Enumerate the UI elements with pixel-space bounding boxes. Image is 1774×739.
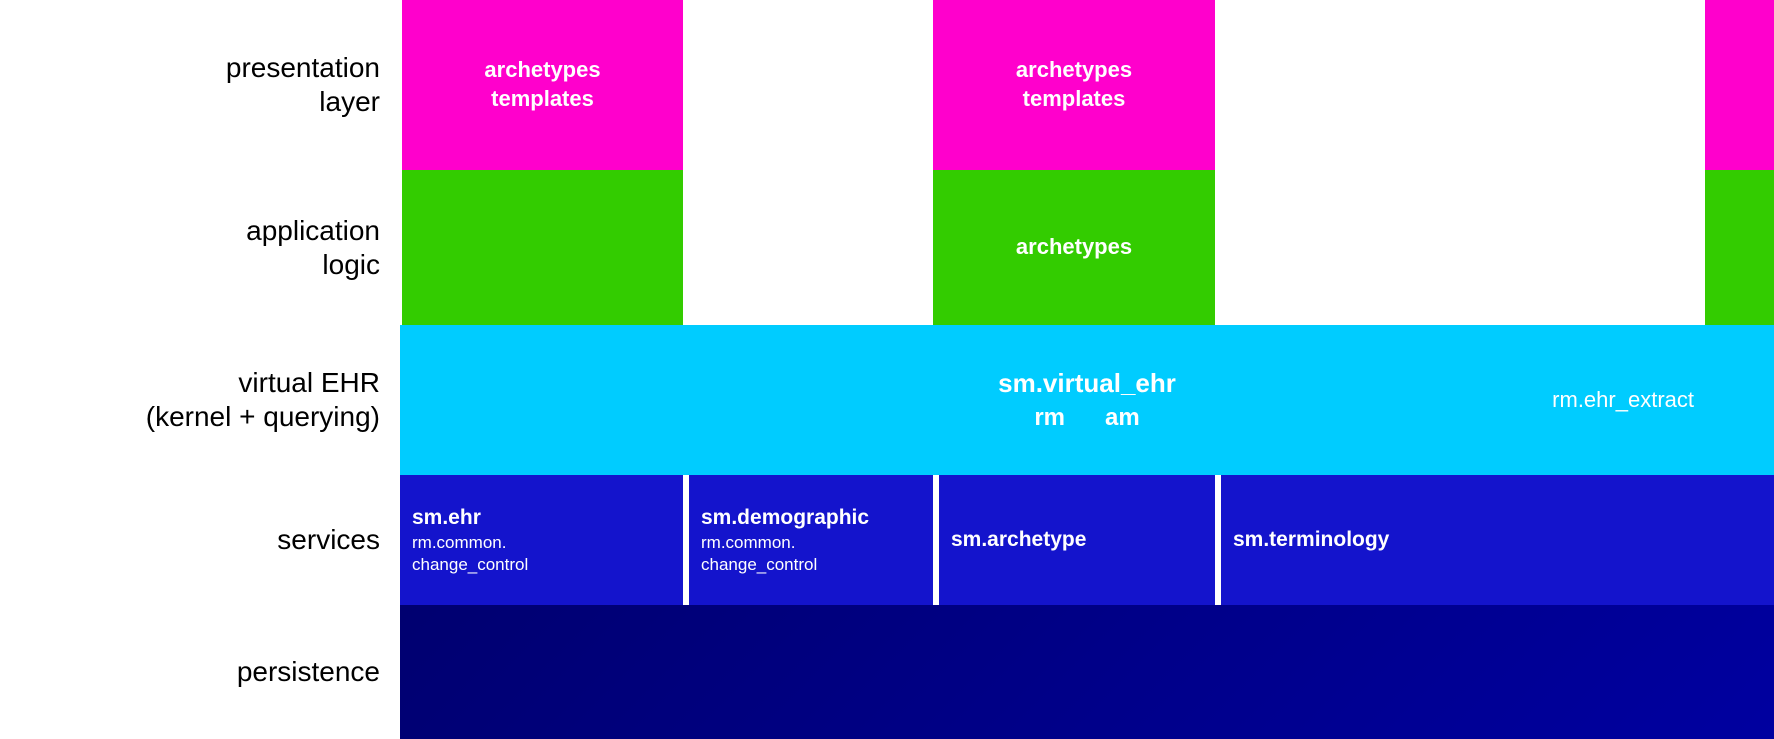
presentation-block-2: archetypes templates — [933, 0, 1215, 170]
label-services: services — [0, 475, 400, 605]
label-presentation: presentation layer — [0, 0, 400, 170]
presentation-block-1: archetypes templates — [402, 0, 683, 170]
virtual-ehr-rm: rm — [1034, 404, 1065, 432]
application-block-3 — [1705, 170, 1774, 325]
diagram-container: presentation layer application logic vir… — [0, 0, 1774, 739]
label-persistence: persistence — [0, 605, 400, 739]
application-block-2: archetypes — [933, 170, 1215, 325]
virtual-ehr-extract: rm.ehr_extract — [1552, 387, 1694, 413]
service-archetype: sm.archetype — [939, 475, 1215, 605]
virtual-ehr-row: sm.virtual_ehr rm am rm.ehr_extract — [400, 325, 1774, 475]
service-terminology: sm.terminology — [1221, 475, 1774, 605]
application-block-1 — [402, 170, 683, 325]
persistence-row — [400, 605, 1774, 739]
services-row: sm.ehr rm.common. change_control sm.demo… — [400, 475, 1774, 605]
label-application: application logic — [0, 170, 400, 325]
service-demographic: sm.demographic rm.common. change_control — [689, 475, 933, 605]
label-virtual-ehr: virtual EHR (kernel + querying) — [0, 325, 400, 475]
labels-column: presentation layer application logic vir… — [0, 0, 400, 739]
virtual-ehr-sub-row: rm am — [1034, 404, 1139, 432]
content-column: archetypes templates archetypes template… — [400, 0, 1774, 739]
service-ehr: sm.ehr rm.common. change_control — [400, 475, 683, 605]
pres-app-layers: archetypes templates archetypes template… — [400, 0, 1774, 325]
virtual-ehr-am: am — [1105, 404, 1140, 432]
virtual-ehr-main-text: sm.virtual_ehr — [998, 368, 1176, 399]
presentation-block-3 — [1705, 0, 1774, 170]
